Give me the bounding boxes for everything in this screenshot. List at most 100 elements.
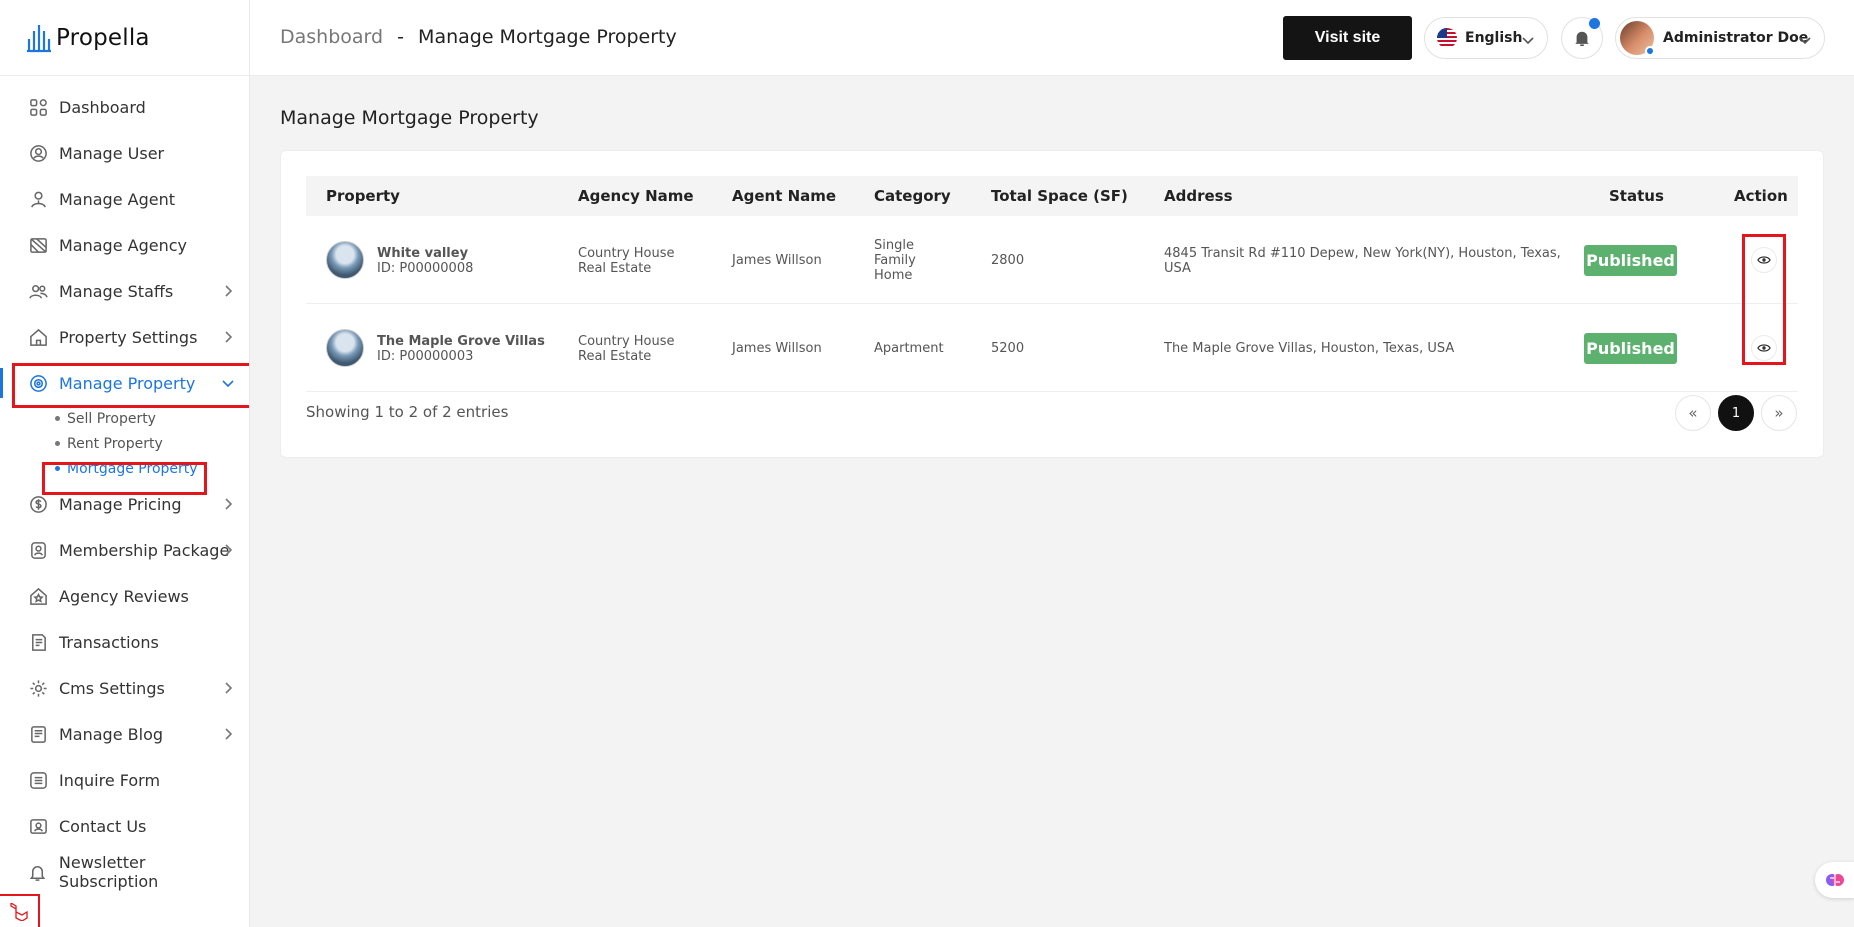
address-cell: The Maple Grove Villas, Houston, Texas, … [1164, 341, 1455, 356]
property-table-card: Property Agency Name Agent Name Category… [280, 150, 1824, 458]
floating-assistant-button[interactable] [1815, 862, 1854, 898]
sidebar-item-label: Cms Settings [59, 678, 165, 698]
chevron-right-icon [221, 329, 235, 343]
column-header-address: Address [1164, 187, 1233, 205]
property-id: ID: P00000003 [377, 349, 474, 364]
dollar-icon [28, 494, 48, 514]
highlight-box-action-column [1742, 234, 1786, 365]
sidebar-item-manage-blog[interactable]: Manage Blog [0, 711, 249, 757]
sidebar-item-manage-agency[interactable]: Manage Agency [0, 222, 249, 268]
sidebar-item-manage-agent[interactable]: Manage Agent [0, 176, 249, 222]
sidebar-item-dashboard[interactable]: Dashboard [0, 84, 249, 130]
brand-name: Propella [56, 24, 150, 51]
category-line: Home [874, 268, 913, 283]
propella-logo-icon [27, 24, 51, 52]
sidebar-item-transactions[interactable]: Transactions [0, 619, 249, 665]
entries-summary: Showing 1 to 2 of 2 entries [306, 403, 509, 421]
breadcrumb-dashboard-link[interactable]: Dashboard [280, 26, 383, 48]
sidebar-item-property-settings[interactable]: Property Settings [0, 314, 249, 360]
column-header-property: Property [326, 187, 400, 205]
grid-icon [28, 97, 48, 117]
column-header-action: Action [1734, 187, 1788, 205]
user-menu[interactable]: Administrator Doe [1615, 17, 1825, 59]
sidebar-item-agency-reviews[interactable]: Agency Reviews [0, 573, 249, 619]
sidebar: Propella Dashboard Manage User Manage Ag… [0, 0, 250, 927]
sidebar-item-label: Manage Pricing [59, 494, 182, 514]
agent-name-cell: James Willson [732, 341, 822, 356]
chevron-right-icon [221, 542, 235, 556]
sidebar-item-cms-settings[interactable]: Cms Settings [0, 665, 249, 711]
transaction-icon [28, 632, 48, 652]
submenu-item-label: Sell Property [67, 410, 156, 427]
column-header-category: Category [874, 187, 951, 205]
pagination-page-button[interactable]: 1 [1718, 395, 1754, 431]
language-label: English [1465, 30, 1523, 46]
notification-badge [1589, 18, 1600, 29]
sidebar-item-manage-user[interactable]: Manage User [0, 130, 249, 176]
visit-site-button[interactable]: Visit site [1283, 16, 1412, 60]
sidebar-item-label: Inquire Form [59, 770, 161, 790]
sidebar-item-manage-staffs[interactable]: Manage Staffs [0, 268, 249, 314]
laravel-icon [10, 902, 28, 921]
submenu-item-sell-property[interactable]: Sell Property [55, 406, 249, 431]
agent-icon [28, 189, 48, 209]
column-header-total-space: Total Space (SF) [991, 187, 1128, 205]
sidebar-item-label: Manage Staffs [59, 281, 174, 301]
highlight-box-mortgage-property [42, 462, 207, 495]
online-status-dot [1645, 46, 1655, 56]
chevron-right-icon [221, 496, 235, 510]
property-id: ID: P00000008 [377, 261, 474, 276]
us-flag-icon [1437, 28, 1457, 48]
user-circle-icon [28, 143, 48, 163]
sidebar-item-label: Property Settings [59, 327, 198, 347]
sidebar-item-label: Agency Reviews [59, 586, 189, 606]
chevron-down-icon [1798, 32, 1812, 51]
total-space-cell: 5200 [991, 341, 1025, 356]
submenu-item-rent-property[interactable]: Rent Property [55, 431, 249, 456]
bullet-dot [55, 441, 60, 446]
sidebar-item-label: Membership Package [59, 540, 230, 560]
pagination-next-button[interactable]: » [1761, 395, 1797, 431]
table-row: White valley ID: P00000008 Country House… [306, 216, 1798, 304]
address-line: 4845 Transit Rd #110 Depew, New York(NY)… [1164, 246, 1561, 261]
debug-toolbar-toggle[interactable] [0, 894, 40, 927]
agency-name-line: Country House [578, 334, 675, 349]
property-thumbnail [326, 329, 364, 367]
status-badge: Published [1584, 245, 1677, 276]
property-name[interactable]: The Maple Grove Villas [377, 334, 545, 349]
contact-icon [28, 816, 48, 836]
notifications-button[interactable] [1561, 17, 1603, 59]
brand-logo[interactable]: Propella [0, 0, 249, 76]
column-header-agency-name: Agency Name [578, 187, 694, 205]
sidebar-item-membership-package[interactable]: Membership Package [0, 527, 249, 573]
membership-icon [28, 540, 48, 560]
address-line: USA [1164, 261, 1191, 276]
sidebar-item-newsletter-subscription[interactable]: Newsletter Subscription [0, 849, 249, 895]
agency-name-line: Real Estate [578, 261, 652, 276]
breadcrumb: Dashboard - Manage Mortgage Property [280, 26, 677, 48]
users-icon [28, 281, 48, 301]
sidebar-item-label: Manage Agent [59, 189, 175, 209]
pagination-prev-button[interactable]: « [1675, 395, 1711, 431]
language-selector[interactable]: English [1424, 17, 1548, 59]
sidebar-item-label: Manage User [59, 143, 165, 163]
home-icon [28, 327, 48, 347]
blog-icon [28, 724, 48, 744]
column-header-status: Status [1609, 187, 1664, 205]
sidebar-item-label: Manage Agency [59, 235, 187, 255]
property-thumbnail [326, 241, 364, 279]
sidebar-item-label: Contact Us [59, 816, 147, 836]
brain-icon [1826, 874, 1844, 886]
property-cell: The Maple Grove Villas ID: P00000003 [377, 334, 545, 364]
agency-name-line: Real Estate [578, 349, 652, 364]
sidebar-item-inquire-form[interactable]: Inquire Form [0, 757, 249, 803]
avatar [1620, 21, 1655, 56]
breadcrumb-separator: - [397, 26, 404, 48]
chevron-right-icon [221, 680, 235, 694]
property-name[interactable]: White valley [377, 246, 473, 261]
user-name: Administrator Doe [1663, 30, 1809, 46]
chevron-down-icon [1521, 32, 1535, 51]
bell-icon [28, 862, 48, 882]
sidebar-item-contact-us[interactable]: Contact Us [0, 803, 249, 849]
total-space-cell: 2800 [991, 253, 1025, 268]
